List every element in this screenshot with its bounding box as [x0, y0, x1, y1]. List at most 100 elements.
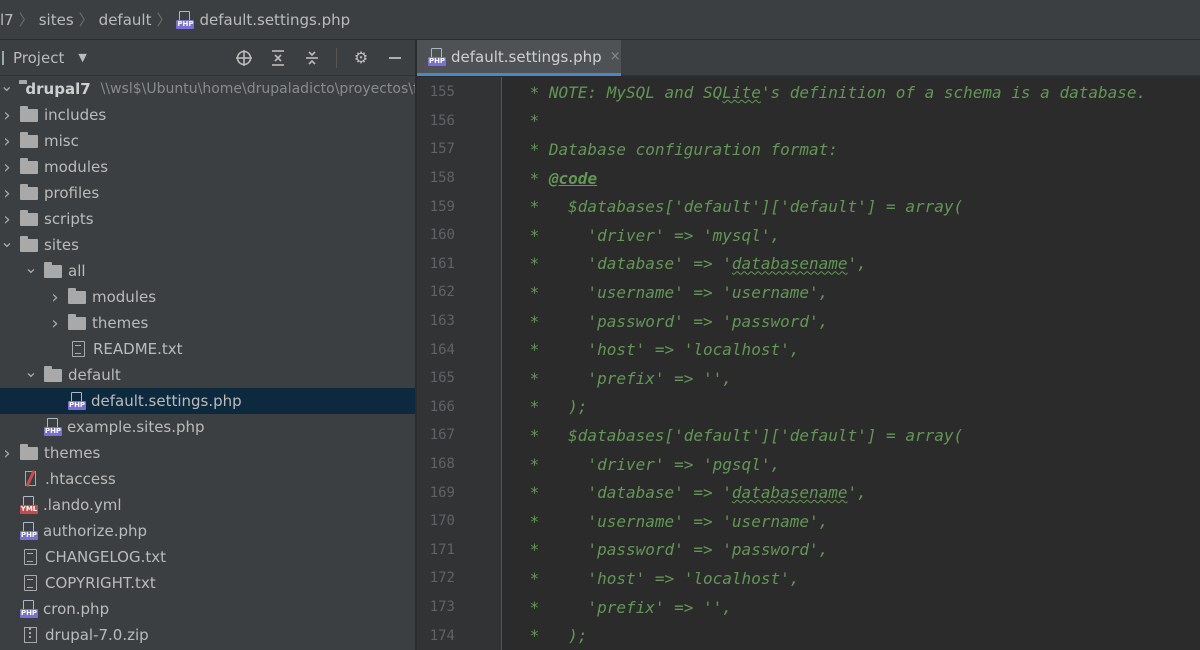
code-line[interactable]: 159 * $databases['default']['default'] =… — [417, 192, 1200, 221]
folder-icon — [20, 183, 38, 200]
tree-item-label: default.settings.php — [91, 392, 242, 410]
tree-item[interactable]: › includes — [0, 102, 415, 128]
line-number: 161 — [429, 255, 455, 272]
code-line[interactable]: 156 * — [417, 107, 1200, 136]
gear-icon[interactable]: ⚙ — [351, 48, 371, 68]
panel-toolbar: ⚙ — [234, 47, 415, 68]
tree-item[interactable]: ⌄ all — [0, 258, 415, 284]
code-line[interactable]: 155 * NOTE: MySQL and SQLite's definitio… — [417, 78, 1200, 107]
chevron-down-icon[interactable]: ⌄ — [0, 232, 14, 251]
collapse-all-icon[interactable] — [302, 48, 322, 68]
tree-item[interactable]: .htaccess — [0, 466, 415, 492]
tree-item-label: cron.php — [43, 600, 110, 618]
code-text: * — [520, 111, 540, 131]
chevron-right-icon[interactable]: › — [0, 183, 14, 204]
code-text: * 'driver' => 'pgsql', — [520, 454, 781, 474]
tree-item[interactable]: README.txt — [0, 336, 415, 362]
code-line[interactable]: 161 * 'database' => 'databasename', — [417, 250, 1200, 279]
locate-icon[interactable] — [234, 48, 254, 68]
tree-item[interactable]: PHP authorize.php — [0, 518, 415, 544]
line-number: 174 — [429, 627, 455, 644]
tree-item-label: scripts — [44, 210, 94, 228]
tree-item[interactable]: COPYRIGHT.txt — [0, 570, 415, 596]
chevron-right-icon[interactable]: › — [48, 313, 62, 334]
breadcrumb-item-default[interactable]: default — [99, 11, 152, 29]
code-line[interactable]: 171 * 'password' => 'password', — [417, 536, 1200, 565]
code-line[interactable]: 172 * 'host' => 'localhost', — [417, 564, 1200, 593]
minimize-icon[interactable] — [385, 48, 405, 68]
chevron-right-icon[interactable]: › — [0, 209, 14, 230]
php-file-icon: PHP — [20, 600, 38, 618]
breadcrumb-item-file[interactable]: PHP default.settings.php — [176, 10, 350, 29]
tree-item[interactable]: ⌄ default — [0, 362, 415, 388]
breadcrumb-label: l7 — [0, 10, 14, 29]
line-number: 156 — [429, 112, 455, 129]
line-number: 163 — [429, 313, 455, 330]
tree-item[interactable]: › modules — [0, 284, 415, 310]
tree-item[interactable]: CHANGELOG.txt — [0, 544, 415, 570]
htaccess-file-icon — [23, 470, 39, 487]
tree-item[interactable]: YML .lando.yml — [0, 492, 415, 518]
folder-icon — [20, 131, 38, 148]
tree-item-label: themes — [44, 444, 101, 462]
project-panel-header: Project ▼ ⚙ — [0, 40, 415, 76]
php-file-icon: PHP — [428, 47, 446, 66]
tab-default-settings[interactable]: PHP default.settings.php × — [417, 40, 621, 76]
code-line[interactable]: 160 * 'driver' => 'mysql', — [417, 221, 1200, 250]
code-line[interactable]: 162 * 'username' => 'username', — [417, 278, 1200, 307]
tree-item[interactable]: › modules — [0, 154, 415, 180]
chevron-down-icon[interactable]: ⌄ — [24, 258, 38, 277]
close-icon[interactable]: × — [610, 49, 621, 64]
chevron-down-icon[interactable]: ⌄ — [0, 76, 13, 95]
project-view-selector[interactable]: Project ▼ — [0, 49, 87, 67]
tree-item[interactable]: › themes — [0, 440, 415, 466]
chevron-down-icon: ▼ — [78, 51, 87, 64]
breadcrumb-item-sites[interactable]: sites — [39, 11, 74, 29]
chevron-right-icon[interactable]: › — [0, 443, 14, 464]
tree-item[interactable]: ⌄ drupal7 \\wsl$\Ubuntu\home\drupaladicto\… — [0, 76, 415, 102]
chevron-right-icon[interactable]: › — [0, 105, 14, 126]
chevron-down-icon[interactable]: ⌄ — [24, 362, 38, 381]
tree-item[interactable]: PHP default.settings.php — [0, 388, 415, 414]
tree-item[interactable]: › themes — [0, 310, 415, 336]
code-line[interactable]: 157 * Database configuration format: — [417, 135, 1200, 164]
code-editor[interactable]: 155 * NOTE: MySQL and SQLite's definitio… — [417, 77, 1200, 650]
tree-item[interactable]: ⌄ sites — [0, 232, 415, 258]
zip-file-icon — [24, 627, 37, 643]
code-line[interactable]: 158 * @code — [417, 164, 1200, 193]
code-line[interactable]: 166 * ); — [417, 393, 1200, 422]
code-text: * ); — [520, 397, 588, 417]
code-line[interactable]: 173 * 'prefix' => '', — [417, 593, 1200, 622]
tree-item[interactable]: › profiles — [0, 180, 415, 206]
tree-item[interactable]: PHP cron.php — [0, 596, 415, 622]
code-line[interactable]: 169 * 'database' => 'databasename', — [417, 478, 1200, 507]
tree-item-label: themes — [92, 314, 149, 332]
chevron-right-icon[interactable]: › — [48, 287, 62, 308]
breadcrumb-item-project[interactable]: l7 — [0, 11, 14, 29]
code-line[interactable]: 168 * 'driver' => 'pgsql', — [417, 450, 1200, 479]
tree-item-label: drupal-7.0.zip — [45, 626, 149, 644]
tree-item-label: sites — [44, 236, 79, 254]
code-line[interactable]: 165 * 'prefix' => '', — [417, 364, 1200, 393]
tree-item-label: .htaccess — [45, 470, 116, 488]
code-text: * 'prefix' => '', — [520, 368, 732, 388]
expand-all-icon[interactable] — [268, 48, 288, 68]
tree-item[interactable]: PHP example.sites.php — [0, 414, 415, 440]
code-line[interactable]: 164 * 'host' => 'localhost', — [417, 335, 1200, 364]
chevron-right-icon[interactable]: › — [0, 157, 14, 178]
code-line[interactable]: 163 * 'password' => 'password', — [417, 307, 1200, 336]
folder-icon — [20, 157, 38, 174]
tree-item[interactable]: › scripts — [0, 206, 415, 232]
chevron-right-icon[interactable]: › — [0, 131, 14, 152]
tree-item[interactable]: drupal-7.0.zip — [0, 622, 415, 648]
tree-item[interactable]: › misc — [0, 128, 415, 154]
code-line[interactable]: 167 * $databases['default']['default'] =… — [417, 421, 1200, 450]
code-line[interactable]: 170 * 'username' => 'username', — [417, 507, 1200, 536]
code-text: * 'username' => 'username', — [520, 511, 829, 531]
line-number: 172 — [429, 570, 455, 587]
code-text: * 'password' => 'password', — [520, 540, 829, 560]
line-number: 162 — [429, 284, 455, 301]
code-line[interactable]: 174 * ); — [417, 621, 1200, 650]
project-panel-title: Project — [13, 48, 65, 67]
tree-item-label: misc — [44, 132, 79, 150]
